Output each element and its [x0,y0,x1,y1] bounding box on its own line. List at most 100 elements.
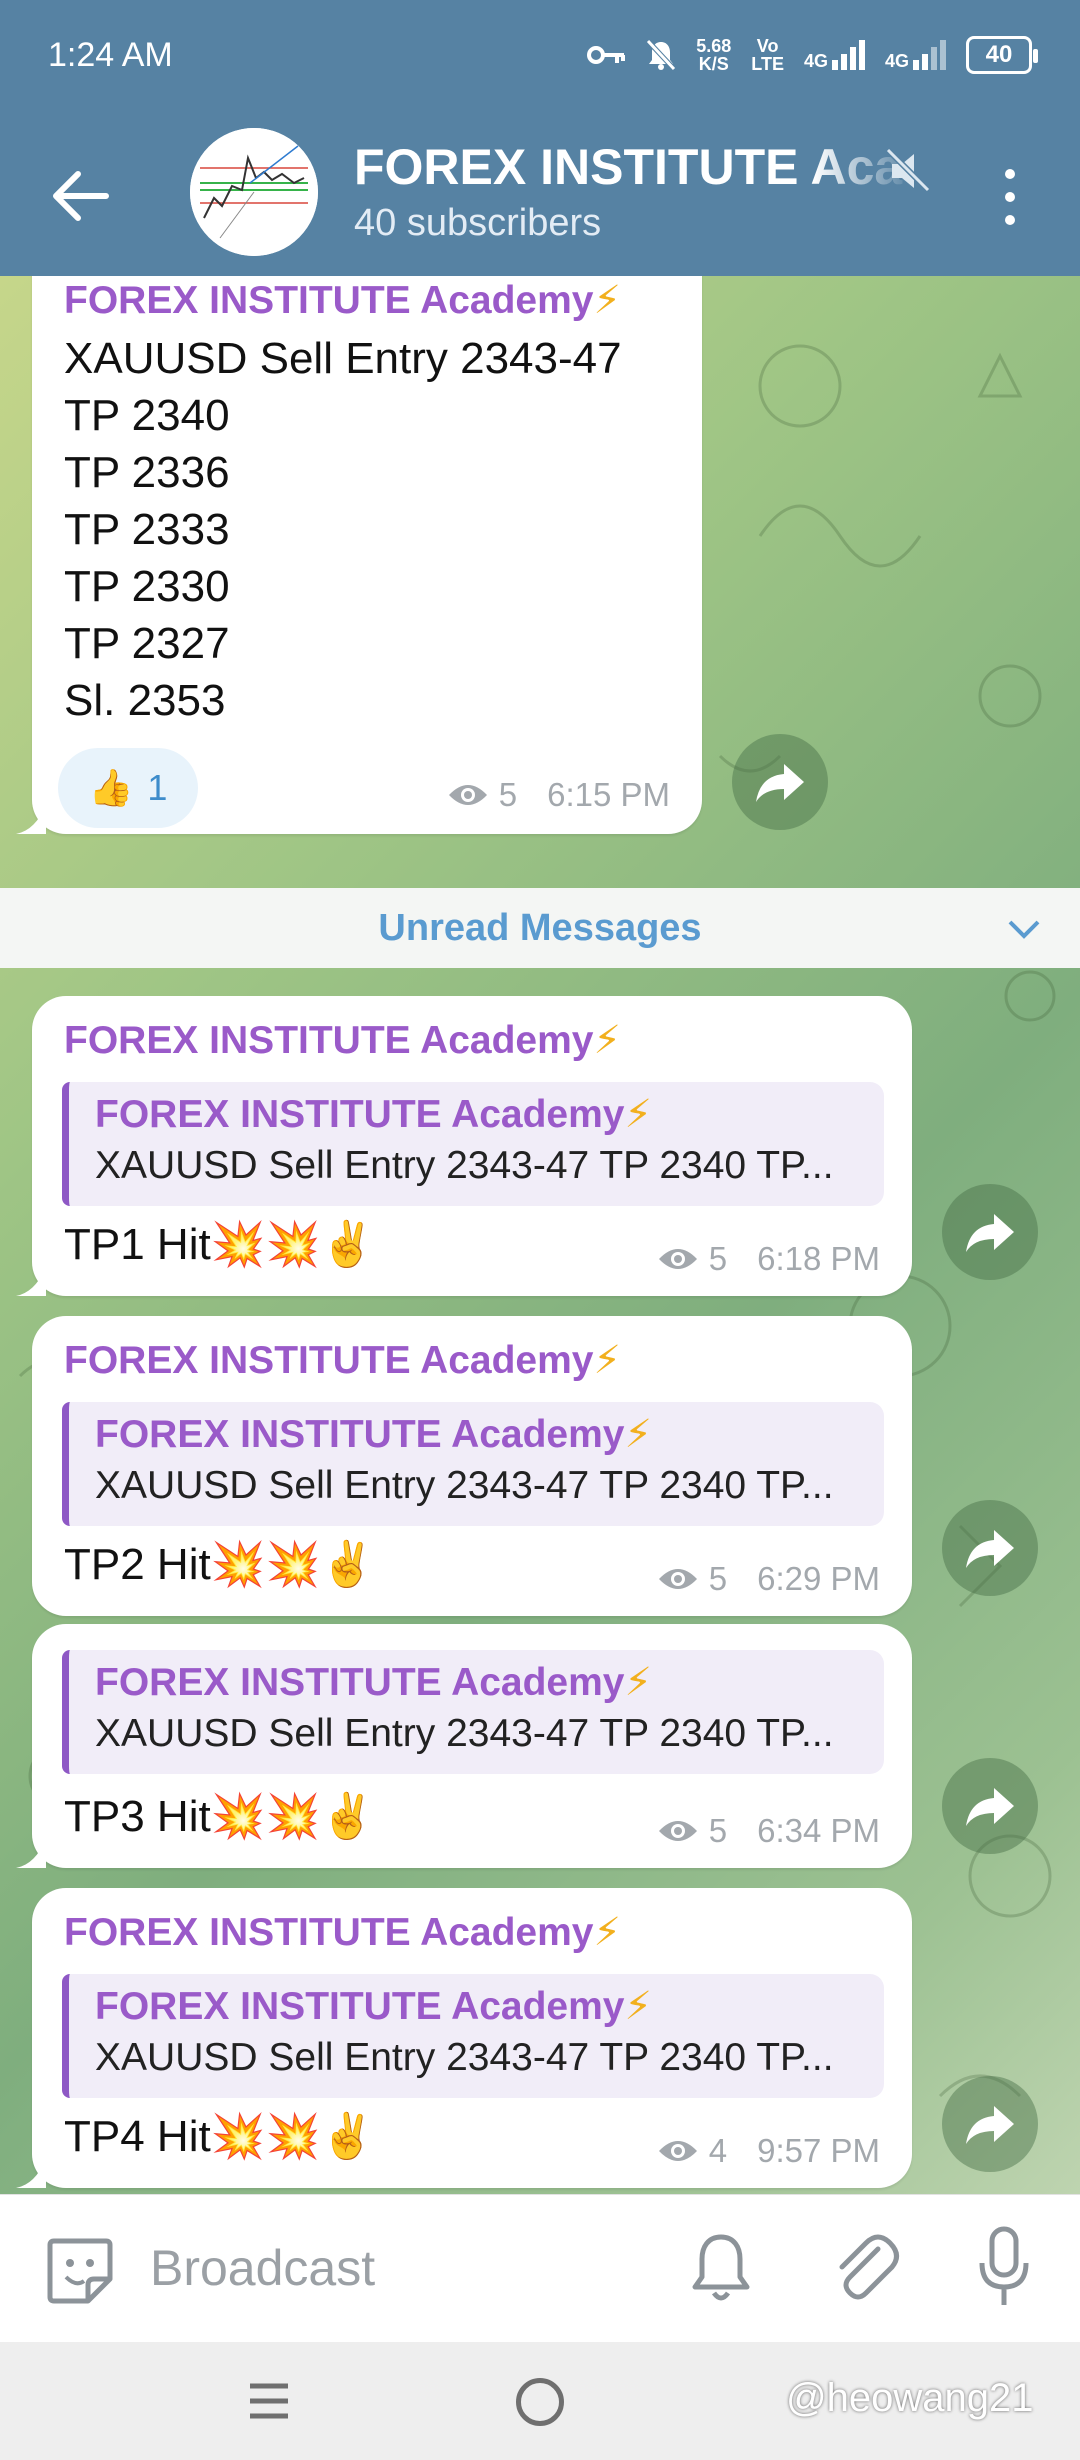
channel-avatar[interactable] [190,128,318,256]
battery-indicator: 40 [966,36,1038,74]
share-arrow-icon [966,1788,1014,1826]
lightning-icon: ⚡ [593,279,621,322]
message-line: Sl. 2353 [64,676,226,725]
reply-sender-text: FOREX INSTITUTE Academy [95,1985,625,2028]
share-button[interactable] [732,734,828,830]
thumbs-up-icon: 👍 [88,767,134,808]
mute-bell-icon [646,39,677,71]
muted-speaker-icon [885,147,931,193]
message-time: 6:18 PM [757,1240,880,1277]
sender-name-text: FOREX INSTITUTE Academy [64,1911,594,1954]
share-button[interactable] [942,2076,1038,2172]
signal-bars-1-icon [831,40,865,70]
reply-preview[interactable]: FOREX INSTITUTE Academy⚡ XAUUSD Sell Ent… [62,1974,884,2098]
lightning-icon: ⚡ [624,1985,652,2028]
channel-title[interactable]: FOREX INSTITUTE Academy [354,138,914,196]
chat-area[interactable]: FOREX INSTITUTE Academy⚡ XAUUSD Sell Ent… [0,276,1080,2194]
signal-1: 4G [804,40,865,70]
share-button[interactable] [942,1184,1038,1280]
system-nav-bar: @heowang21 [0,2342,1080,2460]
share-arrow-icon [756,764,804,802]
reply-text: XAUUSD Sell Entry 2343-47 TP 2340 TP... [95,1144,834,1187]
message-bubble[interactable]: FOREX INSTITUTE Academy⚡ FOREX INSTITUTE… [16,996,912,1296]
eye-icon [658,1821,697,1841]
microphone-icon[interactable] [974,2225,1034,2309]
lightning-icon: ⚡ [593,1911,621,1954]
message-meta: 4 9:57 PM [657,2132,880,2170]
share-button[interactable] [942,1500,1038,1596]
bubble-tail [16,804,46,834]
reply-preview[interactable]: FOREX INSTITUTE Academy⚡ XAUUSD Sell Ent… [62,1650,884,1774]
chevron-down-icon[interactable] [1004,910,1044,950]
eye-icon [448,785,487,805]
status-icons: 5.68 K/S Vo LTE 4G 4G 40 [586,36,1038,74]
status-time: 1:24 AM [48,35,173,74]
net-type-1: 4G [803,51,828,71]
sender-name-text: FOREX INSTITUTE Academy [64,279,594,322]
message-line: TP 2330 [64,562,230,611]
sender-name-text: FOREX INSTITUTE Academy [64,1019,594,1062]
share-button[interactable] [942,1758,1038,1854]
share-arrow-icon [966,1530,1014,1568]
message-bubble[interactable]: FOREX INSTITUTE Academy⚡ XAUUSD Sell Ent… [16,276,702,834]
message-meta: 5 6:34 PM [657,1812,880,1850]
reply-sender-text: FOREX INSTITUTE Academy [95,1413,625,1456]
view-count: 5 [498,776,518,813]
sender-name: FOREX INSTITUTE Academy⚡ [64,1018,621,1063]
volte-indicator: Vo LTE [751,37,784,73]
chart-thumbnail-icon [190,128,318,256]
lightning-icon: ⚡ [624,1413,652,1456]
reply-sender-text: FOREX INSTITUTE Academy [95,1661,625,1704]
chat-header: FOREX INSTITUTE Academy 40 subscribers [0,110,1080,276]
view-count: 5 [708,1812,728,1849]
message-line: TP 2336 [64,448,230,497]
eye-icon [658,2141,697,2161]
eye-icon [658,1569,697,1589]
unread-label: Unread Messages [378,906,702,949]
reaction-count: 1 [147,767,168,808]
message-line: TP 2340 [64,391,230,440]
lightning-icon: ⚡ [624,1093,652,1136]
paperclip-icon[interactable] [830,2231,900,2305]
key-icon [587,46,626,64]
sticker-icon[interactable] [44,2235,116,2307]
view-count: 5 [708,1560,728,1597]
share-arrow-icon [966,2106,1014,2144]
message-bubble[interactable]: FOREX INSTITUTE Academy⚡ FOREX INSTITUTE… [32,1316,912,1616]
bubble-tail [16,2158,46,2188]
bell-icon[interactable] [690,2231,752,2305]
reply-sender: FOREX INSTITUTE Academy⚡ [95,1412,652,1457]
back-arrow-icon[interactable] [44,156,124,236]
status-bar: 1:24 AM 5.68 K/S Vo LTE 4G 4G 40 [0,0,1080,110]
share-arrow-icon [966,1214,1014,1252]
message-line: XAUUSD Sell Entry 2343-47 [64,334,622,383]
message-meta: 5 6:18 PM [657,1240,880,1278]
more-vert-icon[interactable] [990,162,1030,232]
home-circle-icon[interactable] [516,2378,564,2426]
sender-name-text: FOREX INSTITUTE Academy [64,1339,594,1382]
message-line: TP 2327 [64,619,230,668]
speed-value: 5.68 [696,36,732,56]
message-text: TP1 Hit💥💥✌️ [64,1220,376,1269]
reply-sender: FOREX INSTITUTE Academy⚡ [95,1660,652,1705]
reaction-chip[interactable]: 👍 1 [58,748,198,828]
signal-bars-2-icon [913,40,946,70]
bubble-tail [16,1838,46,1868]
message-bubble[interactable]: FOREX INSTITUTE Academy⚡ FOREX INSTITUTE… [16,1888,912,2188]
reply-text: XAUUSD Sell Entry 2343-47 TP 2340 TP... [95,1712,834,1755]
reply-sender-text: FOREX INSTITUTE Academy [95,1093,625,1136]
view-count: 4 [708,2132,728,2169]
sender-name: FOREX INSTITUTE Academy⚡ [64,1338,621,1383]
message-text: TP2 Hit💥💥✌️ [64,1540,376,1589]
message-bubble[interactable]: FOREX INSTITUTE Academy⚡ XAUUSD Sell Ent… [16,1624,912,1868]
recents-menu-icon[interactable] [246,2378,292,2424]
message-time: 6:29 PM [757,1560,880,1597]
broadcast-input[interactable]: Broadcast [150,2239,375,2297]
reply-text: XAUUSD Sell Entry 2343-47 TP 2340 TP... [95,1464,834,1507]
reply-text: XAUUSD Sell Entry 2343-47 TP 2340 TP... [95,2036,834,2079]
reply-preview[interactable]: FOREX INSTITUTE Academy⚡ XAUUSD Sell Ent… [62,1402,884,1526]
subscriber-count: 40 subscribers [354,202,602,244]
unread-messages-divider: Unread Messages [0,888,1080,968]
reply-preview[interactable]: FOREX INSTITUTE Academy⚡ XAUUSD Sell Ent… [62,1082,884,1206]
message-time: 6:34 PM [757,1812,880,1849]
